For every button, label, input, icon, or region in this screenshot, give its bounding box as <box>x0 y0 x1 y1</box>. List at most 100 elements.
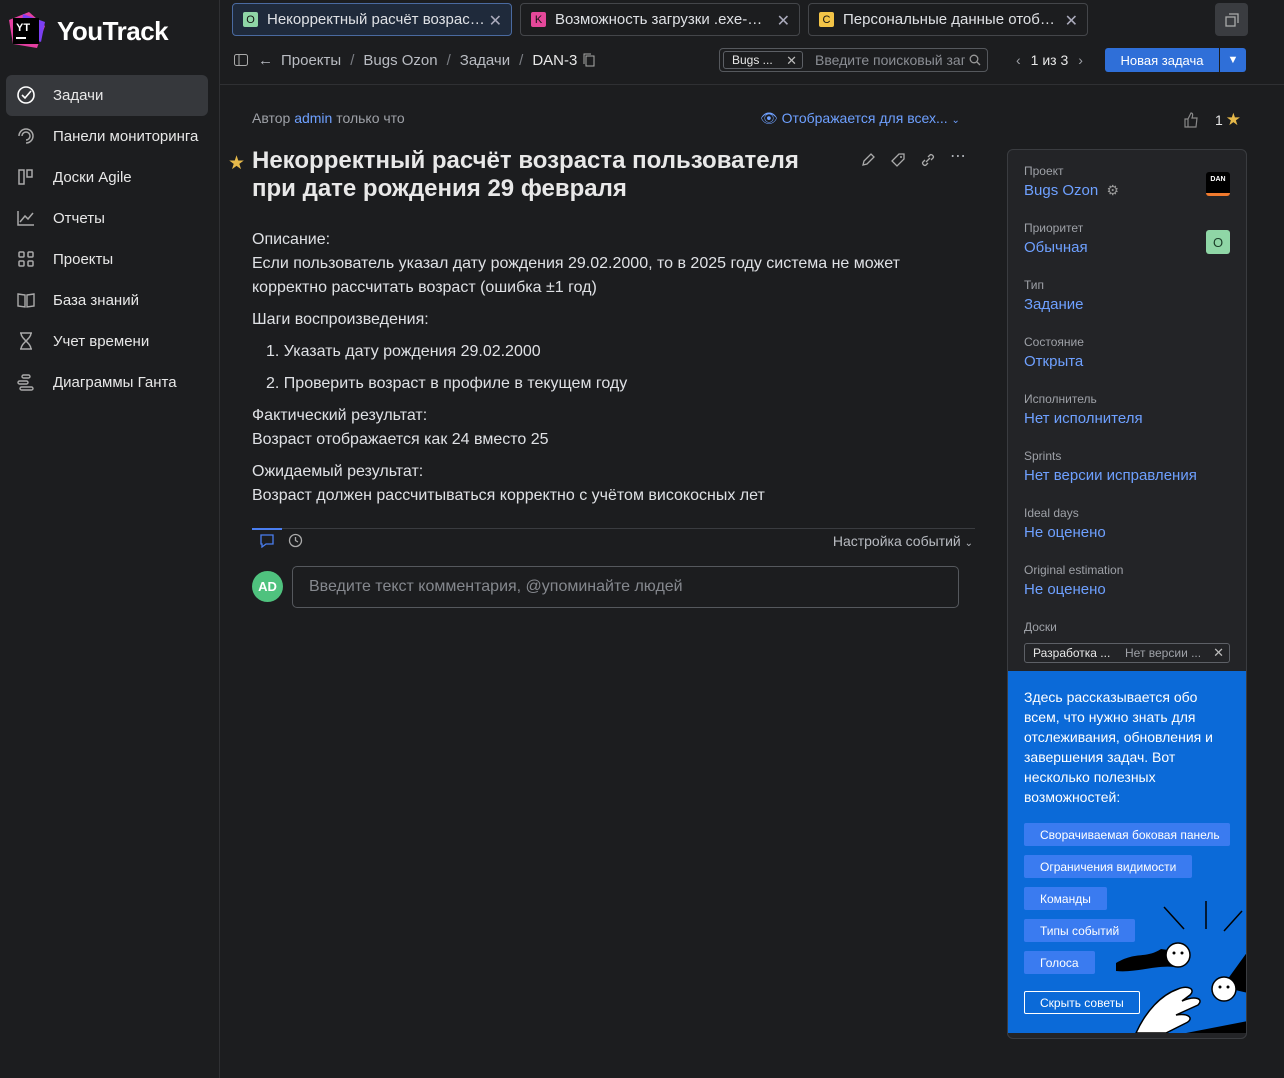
project-filter-chip[interactable]: Bugs ... ✕ <box>723 51 803 69</box>
votes: 1 ★ <box>1183 110 1241 130</box>
field-ideal-days[interactable]: Ideal days Не оценено <box>1024 506 1234 541</box>
breadcrumb-projects[interactable]: Проекты <box>281 52 341 69</box>
tips-panel: Здесь рассказывается обо всем, что нужно… <box>1008 671 1246 1033</box>
issue-author-line: Автор admin только что <box>252 110 405 126</box>
close-icon[interactable]: ✕ <box>786 53 797 69</box>
new-issue-button[interactable]: Новая задача <box>1105 48 1219 72</box>
chevron-left-icon[interactable]: ‹ <box>1016 52 1021 68</box>
field-value[interactable]: Bugs Ozon <box>1024 182 1098 199</box>
vote-count: 1 <box>1215 112 1223 128</box>
tag-icon[interactable] <box>890 152 906 168</box>
gear-icon[interactable]: ⚙ <box>1106 182 1119 198</box>
comment-placeholder: Введите текст комментария, @упоминайте л… <box>309 578 683 595</box>
search-input[interactable]: Bugs ... ✕ Введите поисковый запрос <box>719 48 988 72</box>
breadcrumb-project[interactable]: Bugs Ozon <box>363 52 437 69</box>
field-value[interactable]: Нет исполнителя <box>1024 410 1234 427</box>
field-project[interactable]: Проект Bugs Ozon ⚙ <box>1024 164 1234 199</box>
new-issue-dropdown-button[interactable]: ▼ <box>1220 48 1246 72</box>
desc-label: Описание: <box>252 231 331 248</box>
field-value[interactable]: Не оценено <box>1024 524 1234 541</box>
field-state[interactable]: Состояние Открыта <box>1024 335 1234 370</box>
nav-item-time-tracking[interactable]: Учет времени <box>6 321 208 362</box>
link-icon[interactable] <box>920 152 936 168</box>
comment-icon <box>260 534 274 548</box>
author-prefix: Автор <box>252 110 291 126</box>
history-tab[interactable] <box>288 533 303 553</box>
nav-label: Учет времени <box>53 333 150 350</box>
star-icon[interactable]: ★ <box>228 152 245 175</box>
sidebar-toggle-icon[interactable] <box>234 54 248 66</box>
tip-link-commands[interactable]: Команды <box>1024 887 1107 910</box>
field-value[interactable]: Не оценено <box>1024 581 1234 598</box>
nav-item-reports[interactable]: Отчеты <box>6 198 208 239</box>
main-nav: Задачи Панели мониторинга Доски Agile От… <box>0 75 220 403</box>
back-arrow-icon[interactable]: ← <box>258 52 273 69</box>
field-assignee[interactable]: Исполнитель Нет исполнителя <box>1024 392 1234 427</box>
chevron-down-icon: ⌄ <box>951 115 960 126</box>
nav-item-issues[interactable]: Задачи <box>6 75 208 116</box>
issue-tab-2[interactable]: K Возможность загрузки .exe-файлов ✕ <box>520 3 800 36</box>
field-value[interactable]: Открыта <box>1024 353 1234 370</box>
youtrack-logo-icon[interactable]: YT <box>7 12 45 50</box>
field-priority[interactable]: Приоритет Обычная <box>1024 221 1234 256</box>
breadcrumb-issues[interactable]: Задачи <box>460 52 510 69</box>
nav-item-agile-boards[interactable]: Доски Agile <box>6 157 208 198</box>
field-sprints[interactable]: Sprints Нет версии исправления <box>1024 449 1234 484</box>
comments-tab[interactable] <box>252 528 282 553</box>
tip-link-visibility[interactable]: Ограничения видимости <box>1024 855 1193 878</box>
more-icon[interactable]: ⋯ <box>950 149 966 168</box>
tab-badge: C <box>819 12 834 27</box>
issue-tab-1[interactable]: O Некорректный расчёт возраста пользоват… <box>232 3 512 36</box>
board-sprint: Нет версии ... <box>1125 646 1202 660</box>
tip-link-sidebar[interactable]: Сворачиваемая боковая панель <box>1024 823 1230 846</box>
nav-label: База знаний <box>53 292 139 309</box>
field-label: Состояние <box>1024 335 1084 349</box>
board-name: Разработка ... <box>1033 646 1111 660</box>
thumbs-up-icon[interactable] <box>1183 112 1199 128</box>
tab-title: Некорректный расчёт возраста пользовател… <box>267 11 485 28</box>
field-label: Исполнитель <box>1024 392 1097 406</box>
close-icon[interactable]: ✕ <box>489 11 502 31</box>
search-icon <box>969 54 981 66</box>
issue-tab-3[interactable]: C Персональные данные отображаются ✕ <box>808 3 1088 36</box>
header-divider <box>220 84 1284 85</box>
chevron-down-icon: ⌄ <box>964 538 973 549</box>
tips-text: Здесь рассказывается обо всем, что нужно… <box>1024 689 1213 805</box>
priority-badge: О <box>1206 230 1230 254</box>
close-icon[interactable]: ✕ <box>1213 645 1224 661</box>
project-avatar: DAN <box>1206 172 1230 196</box>
event-settings[interactable]: Настройка событий ⌄ <box>833 533 973 549</box>
field-value[interactable]: Задание <box>1024 296 1234 313</box>
nav-item-projects[interactable]: Проекты <box>6 239 208 280</box>
copy-icon[interactable] <box>583 53 595 67</box>
field-original-estimation[interactable]: Original estimation Не оценено <box>1024 563 1234 598</box>
field-type[interactable]: Тип Задание <box>1024 278 1234 313</box>
activity-bar: Настройка событий ⌄ <box>252 528 975 554</box>
boards-chip[interactable]: Разработка ... Нет версии ... ✕ <box>1024 643 1230 663</box>
field-value[interactable]: Нет версии исправления <box>1024 467 1234 484</box>
tab-bar: O Некорректный расчёт возраста пользоват… <box>220 0 1284 38</box>
main-area: O Некорректный расчёт возраста пользоват… <box>220 0 1284 1078</box>
field-label: Original estimation <box>1024 563 1124 577</box>
steps-label: Шаги воспроизведения: <box>252 311 429 328</box>
star-icon[interactable]: ★ <box>1226 110 1241 130</box>
close-icon[interactable]: ✕ <box>777 11 790 31</box>
author-link[interactable]: admin <box>294 110 332 126</box>
close-icon[interactable]: ✕ <box>1065 11 1078 31</box>
tip-link-votes[interactable]: Голоса <box>1024 951 1095 974</box>
edit-icon[interactable] <box>860 152 876 168</box>
hide-tips-button[interactable]: Скрыть советы <box>1024 991 1140 1014</box>
breadcrumb-issue-id[interactable]: DAN-3 <box>532 52 577 69</box>
field-value[interactable]: Обычная <box>1024 239 1234 256</box>
nav-label: Диаграммы Ганта <box>53 374 177 391</box>
comment-input[interactable]: Введите текст комментария, @упоминайте л… <box>292 566 959 608</box>
actual-text: Возраст отображается как 24 вместо 25 <box>252 431 549 448</box>
search-placeholder: Введите поисковый запрос <box>815 52 965 68</box>
windows-toggle-button[interactable] <box>1215 3 1248 36</box>
nav-item-knowledge-base[interactable]: База знаний <box>6 280 208 321</box>
chevron-right-icon[interactable]: › <box>1078 52 1083 68</box>
issue-fields-panel: Проект Bugs Ozon ⚙ DAN Приоритет Обычная… <box>1007 149 1247 1039</box>
visibility-selector[interactable]: 👁 Отображается для всех... ⌄ <box>760 110 960 127</box>
nav-item-gantt[interactable]: Диаграммы Ганта <box>6 362 208 403</box>
nav-item-dashboards[interactable]: Панели мониторинга <box>6 116 208 157</box>
